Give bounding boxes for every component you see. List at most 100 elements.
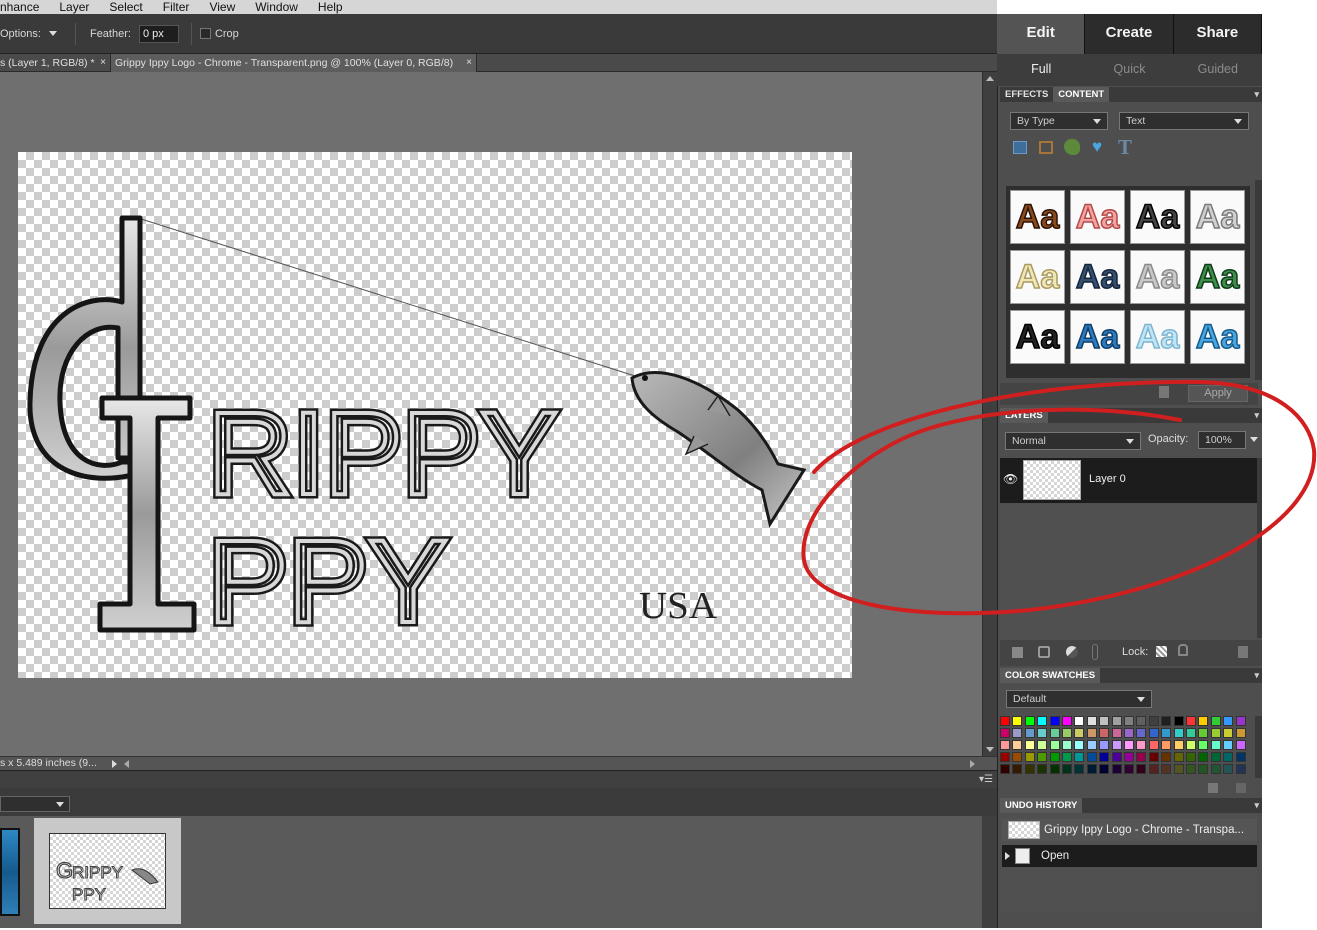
color-swatch[interactable]: [1012, 764, 1023, 774]
color-swatch[interactable]: [1186, 764, 1196, 774]
menu-view[interactable]: View: [199, 0, 245, 14]
color-swatch[interactable]: [1012, 752, 1023, 762]
color-swatch[interactable]: [1062, 728, 1072, 738]
color-swatch[interactable]: [1124, 752, 1134, 762]
color-swatch[interactable]: [1049, 740, 1060, 750]
color-swatch[interactable]: [1012, 716, 1023, 726]
color-swatch[interactable]: [1049, 716, 1060, 726]
lock-transparency-icon[interactable]: [1156, 646, 1167, 657]
trash-icon[interactable]: [1238, 646, 1248, 658]
text-style-preset[interactable]: Aa: [1130, 250, 1185, 304]
color-swatch[interactable]: [1024, 752, 1035, 762]
color-swatch[interactable]: [1012, 728, 1023, 738]
color-swatch[interactable]: [1210, 764, 1221, 774]
background-icon[interactable]: [1013, 141, 1027, 154]
color-swatch[interactable]: [1049, 728, 1060, 738]
bin-thumbnail-logo[interactable]: G RIPPY PPY: [49, 833, 166, 909]
content-category-dropdown[interactable]: Text: [1119, 112, 1249, 130]
color-swatch[interactable]: [1235, 728, 1246, 738]
menu-help[interactable]: Help: [308, 0, 353, 14]
color-swatch[interactable]: [1124, 764, 1134, 774]
color-swatch[interactable]: [1000, 752, 1010, 762]
color-swatch[interactable]: [1223, 728, 1234, 738]
close-icon[interactable]: ×: [466, 54, 472, 72]
color-swatch[interactable]: [1111, 728, 1122, 738]
color-swatch[interactable]: [1099, 728, 1110, 738]
project-bin-divider[interactable]: ▾☰: [0, 770, 997, 788]
color-swatch[interactable]: [1037, 752, 1048, 762]
tab-share[interactable]: Share: [1173, 14, 1262, 54]
bin-menu-icon[interactable]: ▾☰: [979, 774, 993, 785]
content-type-dropdown[interactable]: By Type: [1010, 112, 1108, 130]
status-arrow-icon[interactable]: [112, 760, 117, 768]
color-swatch[interactable]: [1062, 740, 1072, 750]
close-icon[interactable]: ×: [100, 54, 106, 72]
text-style-preset[interactable]: Aa: [1010, 310, 1065, 364]
lock-all-icon[interactable]: [1178, 644, 1188, 656]
bin-show-dropdown[interactable]: [0, 796, 70, 812]
text-style-preset[interactable]: Aa: [1130, 190, 1185, 244]
hscroll-left-icon[interactable]: [124, 760, 129, 768]
color-swatch[interactable]: [1161, 752, 1172, 762]
color-swatch[interactable]: [1235, 752, 1246, 762]
text-style-preset[interactable]: Aa: [1010, 190, 1065, 244]
color-swatch[interactable]: [1198, 728, 1209, 738]
color-swatch[interactable]: [1074, 728, 1085, 738]
color-swatch[interactable]: [1024, 764, 1035, 774]
content-scrollbar[interactable]: [1255, 180, 1262, 380]
color-swatch[interactable]: [1186, 716, 1196, 726]
color-swatch[interactable]: [1148, 764, 1159, 774]
menu-select[interactable]: Select: [99, 0, 152, 14]
text-style-preset[interactable]: Aa: [1190, 310, 1245, 364]
color-swatch[interactable]: [1173, 728, 1184, 738]
color-swatch[interactable]: [1037, 716, 1048, 726]
color-swatch[interactable]: [1124, 716, 1134, 726]
color-swatch[interactable]: [1161, 764, 1172, 774]
color-swatch[interactable]: [1099, 752, 1110, 762]
graphics-icon[interactable]: [1064, 139, 1080, 155]
color-swatch[interactable]: [1161, 728, 1172, 738]
color-swatch[interactable]: [1099, 764, 1110, 774]
color-swatch[interactable]: [1000, 764, 1010, 774]
color-swatch[interactable]: [1198, 740, 1209, 750]
color-swatch[interactable]: [1111, 764, 1122, 774]
color-swatch[interactable]: [1235, 716, 1246, 726]
color-swatch[interactable]: [1037, 728, 1048, 738]
color-swatch[interactable]: [1198, 752, 1209, 762]
color-swatch[interactable]: [1223, 740, 1234, 750]
menu-enhance[interactable]: nhance: [0, 0, 49, 14]
menu-window[interactable]: Window: [245, 0, 308, 14]
color-swatch[interactable]: [1086, 752, 1097, 762]
color-swatch[interactable]: [1136, 740, 1147, 750]
color-swatch[interactable]: [1086, 764, 1097, 774]
color-swatch[interactable]: [1000, 716, 1010, 726]
color-swatch[interactable]: [1000, 740, 1010, 750]
color-swatch[interactable]: [1198, 764, 1209, 774]
panel-menu-icon[interactable]: ▾: [1254, 87, 1259, 102]
color-swatch[interactable]: [1074, 764, 1085, 774]
text-icon[interactable]: T: [1118, 135, 1132, 160]
new-layer-icon[interactable]: [1012, 647, 1023, 658]
undo-item-open[interactable]: Open: [1002, 845, 1257, 867]
bin-scrollbar[interactable]: [982, 816, 997, 928]
tab-document-2[interactable]: Grippy Ippy Logo - Chrome - Transparent.…: [111, 54, 477, 72]
swatch-preset-dropdown[interactable]: Default: [1006, 690, 1152, 708]
color-swatch[interactable]: [1186, 752, 1196, 762]
options-dropdown-arrow-icon[interactable]: [48, 31, 57, 36]
color-swatch[interactable]: [1173, 752, 1184, 762]
color-swatch[interactable]: [1024, 728, 1035, 738]
color-swatch[interactable]: [1049, 752, 1060, 762]
text-style-preset[interactable]: Aa: [1190, 190, 1245, 244]
color-swatch[interactable]: [1136, 716, 1147, 726]
tab-guided[interactable]: Guided: [1174, 54, 1262, 86]
panel-menu-icon[interactable]: ▾: [1254, 798, 1259, 813]
color-swatch[interactable]: [1049, 764, 1060, 774]
color-swatch[interactable]: [1136, 752, 1147, 762]
color-swatch[interactable]: [1037, 740, 1048, 750]
color-swatch[interactable]: [1024, 740, 1035, 750]
color-swatch[interactable]: [1161, 716, 1172, 726]
color-swatch[interactable]: [1173, 716, 1184, 726]
color-swatch[interactable]: [1124, 728, 1134, 738]
menu-filter[interactable]: Filter: [153, 0, 200, 14]
tab-document-1[interactable]: s (Layer 1, RGB/8) * ×: [0, 54, 111, 72]
